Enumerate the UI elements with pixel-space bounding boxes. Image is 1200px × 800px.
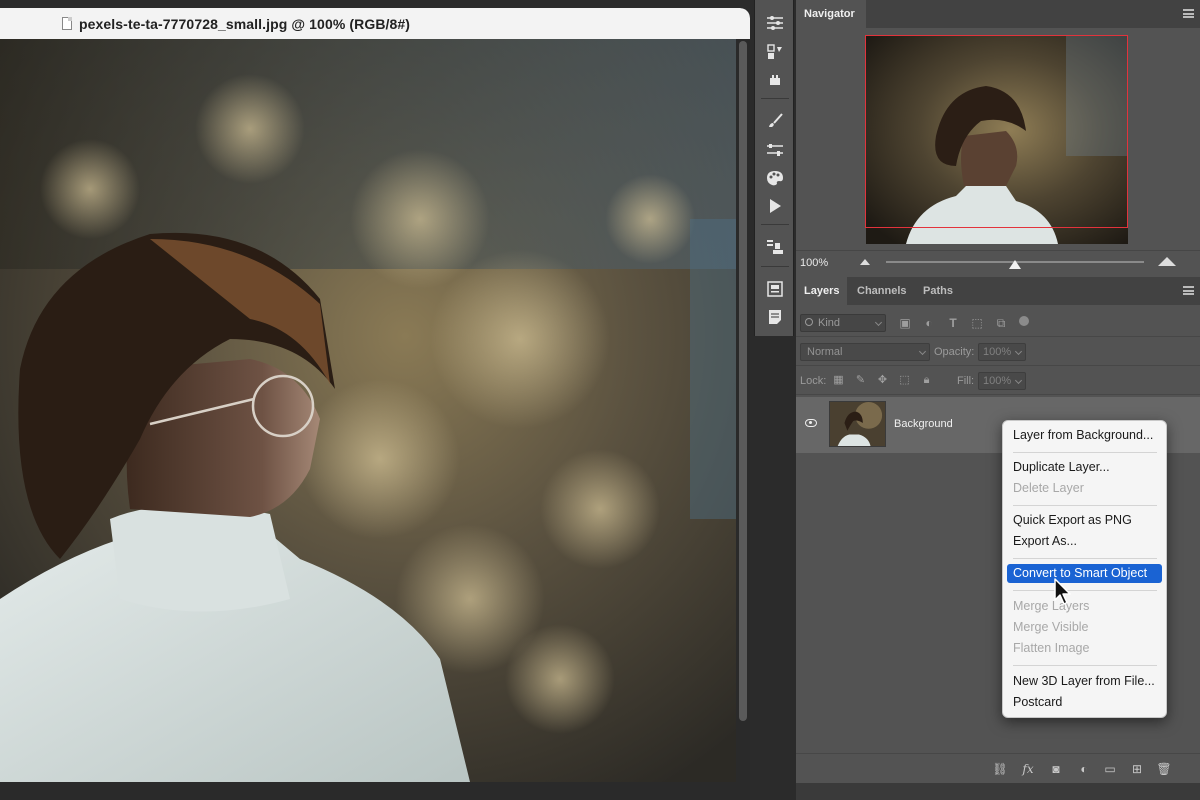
pixel-filter-icon[interactable]: ▣: [898, 316, 912, 330]
menu-export-as[interactable]: Export As...: [1007, 532, 1162, 551]
photoshop-workspace: pexels-te-ta-7770728_small.jpg @ 100% (R…: [0, 0, 1200, 800]
menu-duplicate-layer[interactable]: Duplicate Layer...: [1007, 458, 1162, 477]
tab-navigator[interactable]: Navigator: [796, 0, 866, 28]
lock-pixels-icon[interactable]: ✎: [854, 374, 867, 387]
visibility-eye-icon[interactable]: [805, 419, 817, 427]
trash-icon[interactable]: 🗑︎: [1156, 762, 1172, 776]
tab-paths[interactable]: Paths: [915, 277, 959, 305]
adjustment-layer-icon[interactable]: ◐: [1076, 762, 1092, 776]
lock-label: Lock:: [800, 375, 827, 387]
navigator-zoom-row: 100%: [796, 250, 1200, 276]
layers-menu-icon[interactable]: [1183, 286, 1194, 295]
layer-context-menu: Layer from Background... Duplicate Layer…: [1002, 420, 1167, 718]
menu-postcard[interactable]: Postcard: [1007, 693, 1162, 712]
chevron-down-icon: [918, 347, 927, 356]
opacity-value: 100%: [983, 346, 1012, 358]
new-group-icon[interactable]: ▭: [1102, 762, 1118, 776]
menu-separator: [1013, 590, 1157, 591]
tab-channels[interactable]: Channels: [849, 277, 913, 305]
tab-layers[interactable]: Layers: [796, 277, 847, 305]
tool-separator: [761, 98, 789, 99]
palette-icon[interactable]: [763, 167, 787, 189]
fill-value: 100%: [983, 375, 1012, 387]
fill-label: Fill:: [957, 375, 975, 387]
zoom-value[interactable]: 100%: [800, 257, 828, 269]
opacity-label: Opacity:: [934, 346, 975, 358]
layer-filter-select[interactable]: Kind: [800, 314, 886, 332]
canvas[interactable]: [0, 39, 736, 782]
play-icon[interactable]: [763, 195, 787, 217]
zoom-out-icon[interactable]: [860, 259, 870, 265]
adjustment-filter-icon[interactable]: ◐: [922, 316, 936, 330]
chevron-down-icon: [1014, 347, 1023, 356]
layer-filter-label: Kind: [818, 317, 841, 329]
chevron-down-icon: [874, 318, 883, 327]
mouse-pointer-icon: [1054, 578, 1071, 605]
lock-transparent-icon[interactable]: ▦: [832, 374, 845, 387]
zoom-slider-thumb[interactable]: [1009, 260, 1021, 269]
brush-icon[interactable]: [763, 110, 787, 132]
menu-delete-layer: Delete Layer: [1013, 481, 1084, 495]
layer-name: Background: [894, 418, 953, 430]
stamp-icon[interactable]: [763, 69, 787, 91]
chevron-down-icon: [1014, 376, 1023, 385]
new-layer-icon[interactable]: ⊞: [1129, 762, 1145, 776]
layers-tabbar: Layers Channels Paths: [796, 277, 1200, 305]
menu-separator: [1013, 452, 1157, 453]
navigator-tabbar: Navigator: [796, 0, 1200, 28]
lock-position-icon[interactable]: ✥: [876, 374, 889, 387]
zoom-in-icon[interactable]: [1158, 257, 1176, 266]
glyphs-icon[interactable]: [763, 278, 787, 300]
layer-thumbnail: [829, 401, 886, 447]
menu-new-3d-layer[interactable]: New 3D Layer from File...: [1007, 672, 1162, 691]
type-filter-icon[interactable]: T: [946, 316, 960, 330]
menu-merge-visible: Merge Visible: [1013, 620, 1089, 634]
blend-row: Normal Opacity: 100%: [796, 338, 1200, 366]
menu-convert-to-smart-object[interactable]: Convert to Smart Object: [1007, 564, 1162, 583]
blend-mode-value: Normal: [807, 346, 843, 358]
lock-all-icon[interactable]: 🔒︎: [920, 374, 933, 387]
menu-layer-from-background[interactable]: Layer from Background...: [1007, 426, 1162, 445]
panels-bottom-strip: [796, 783, 1200, 800]
navigator-menu-icon[interactable]: [1183, 9, 1194, 18]
menu-separator: [1013, 665, 1157, 666]
sliders-icon[interactable]: [763, 12, 787, 34]
opacity-field[interactable]: 100%: [978, 343, 1026, 361]
notes-icon[interactable]: [763, 306, 787, 328]
menu-separator: [1013, 505, 1157, 506]
menu-merge-layers: Merge Layers: [1013, 599, 1090, 613]
layer-filter-row: Kind ▣ ◐ T ⬚ ⧉: [796, 309, 1200, 337]
search-icon: [805, 318, 813, 326]
document-tab[interactable]: pexels-te-ta-7770728_small.jpg @ 100% (R…: [0, 8, 750, 39]
shape-filter-icon[interactable]: ⬚: [970, 316, 984, 330]
panel-icon-strip: [754, 0, 794, 336]
layer-mask-icon[interactable]: ◙: [1048, 762, 1064, 776]
horizontal-scrollbar[interactable]: [0, 782, 736, 800]
brush-settings-icon[interactable]: [763, 139, 787, 161]
vertical-scroll-thumb[interactable]: [739, 41, 747, 721]
fill-field[interactable]: 100%: [978, 372, 1026, 390]
adjustment-icon[interactable]: [763, 41, 787, 63]
fx-icon[interactable]: fx: [1020, 762, 1036, 776]
clone-source-icon[interactable]: [763, 236, 787, 258]
smart-object-filter-icon[interactable]: ⧉: [994, 316, 1008, 330]
filter-toggle-icon[interactable]: [1019, 316, 1029, 326]
canvas-photo: [0, 39, 736, 782]
vertical-scrollbar[interactable]: [736, 39, 750, 800]
document-window: pexels-te-ta-7770728_small.jpg @ 100% (R…: [0, 8, 750, 800]
tool-separator: [761, 224, 789, 225]
blend-mode-select[interactable]: Normal: [800, 343, 930, 361]
navigator-viewbox[interactable]: [865, 35, 1128, 228]
link-layers-icon[interactable]: ⛓: [992, 762, 1008, 776]
lock-row: Lock: ▦ ✎ ✥ ⬚ 🔒︎ Fill: 100%: [796, 367, 1200, 395]
menu-flatten-image: Flatten Image: [1013, 641, 1090, 655]
menu-quick-export-png[interactable]: Quick Export as PNG: [1007, 511, 1162, 530]
layers-bottom-bar: ⛓ fx ◙ ◐ ▭ ⊞ 🗑︎: [796, 753, 1200, 783]
navigator-body: [796, 28, 1200, 250]
lock-artboard-icon[interactable]: ⬚: [898, 374, 911, 387]
tool-separator: [761, 266, 789, 267]
document-title: pexels-te-ta-7770728_small.jpg @ 100% (R…: [79, 15, 411, 32]
document-file-icon: [62, 17, 72, 30]
menu-separator: [1013, 558, 1157, 559]
